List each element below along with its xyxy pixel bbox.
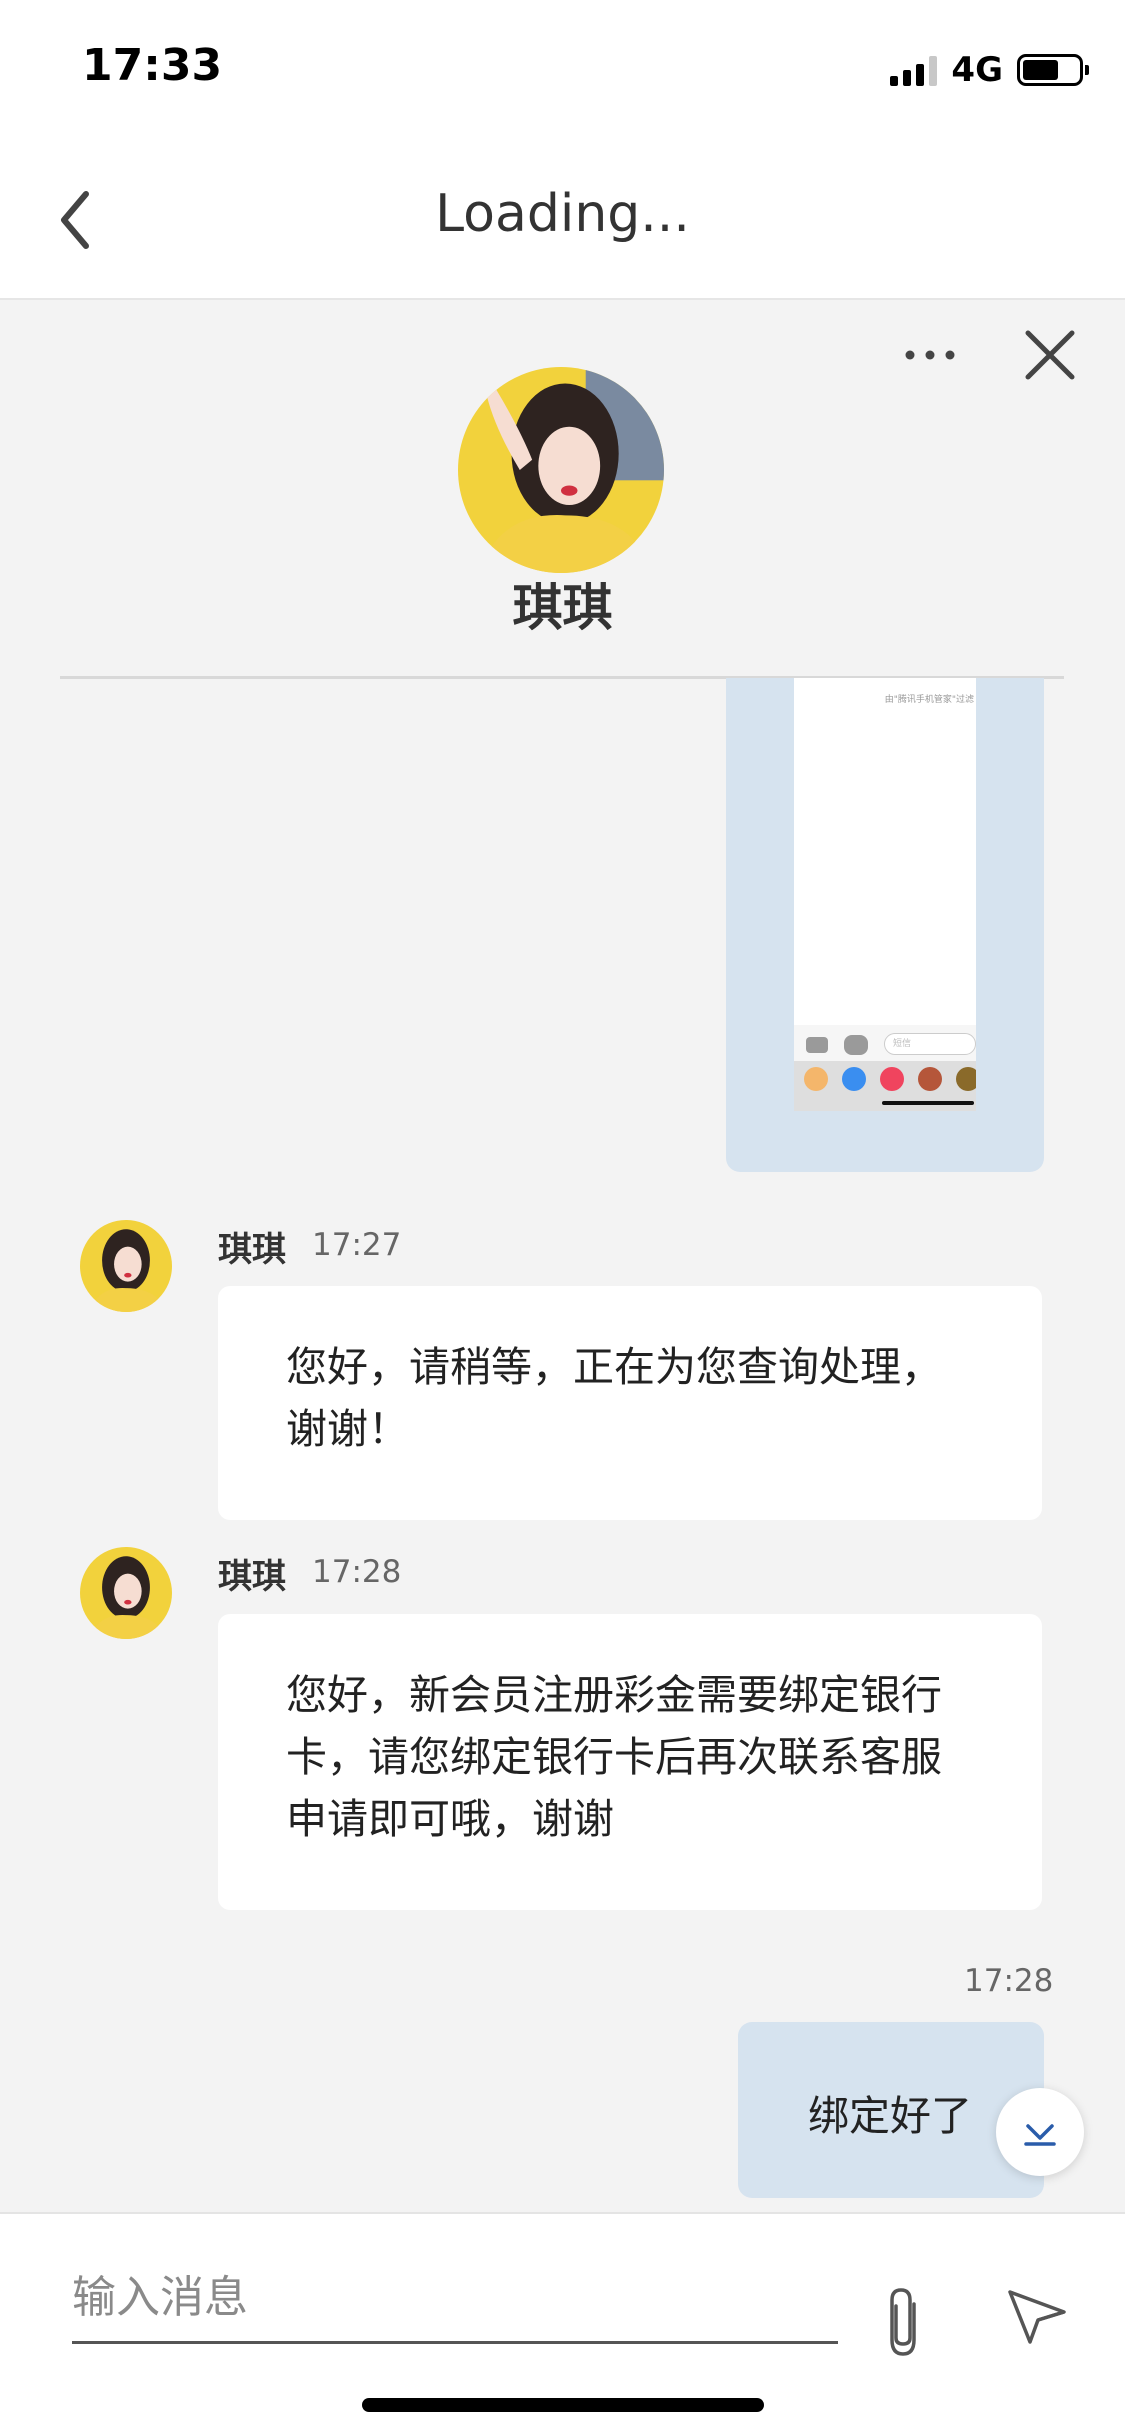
message-text-line: 申请即可哦，谢谢 xyxy=(286,1795,614,1843)
message-time: 17:28 xyxy=(312,1554,402,1590)
arrow-down-icon xyxy=(1024,2124,1056,2146)
close-button[interactable] xyxy=(1020,325,1080,385)
status-time: 17:33 xyxy=(82,40,223,91)
page-title: Loading... xyxy=(435,184,690,244)
game-icon-2 xyxy=(956,1067,976,1091)
message-avatar xyxy=(80,1547,172,1639)
app-store-icon xyxy=(844,1035,868,1055)
avatar-image xyxy=(80,1220,172,1312)
attach-button[interactable] xyxy=(876,2284,930,2360)
game-icon xyxy=(918,1067,942,1091)
agent-name: 琪琪 xyxy=(512,579,613,637)
more-horizontal-icon xyxy=(905,350,955,360)
camera-icon xyxy=(806,1037,828,1053)
message-avatar xyxy=(80,1220,172,1312)
music-icon xyxy=(880,1067,904,1091)
message-text: 绑定好了 xyxy=(808,2092,972,2140)
message-input[interactable] xyxy=(72,2254,838,2344)
send-icon xyxy=(1008,2290,1066,2344)
screenshot-input: 短信 xyxy=(884,1033,976,1055)
message-time: 17:28 xyxy=(964,1963,1054,1999)
signal-icon xyxy=(890,54,938,86)
photos-icon xyxy=(804,1067,828,1091)
app-store-app-icon xyxy=(842,1067,866,1091)
screenshot-hint: 由"腾讯手机管家"过滤 xyxy=(884,695,974,705)
message-text-line: 您好，请稍等，正在为您查询处理， xyxy=(286,1343,942,1391)
agent-avatar xyxy=(458,367,664,573)
battery-icon xyxy=(1017,54,1089,86)
message-sender: 琪琪 xyxy=(218,1230,286,1270)
status-bar: 17:33 4G xyxy=(0,0,1125,140)
avatar-image xyxy=(80,1547,172,1639)
nav-bar: Loading... xyxy=(0,140,1125,300)
paperclip-icon xyxy=(890,2288,916,2356)
send-button[interactable] xyxy=(1004,2282,1070,2348)
more-options-button[interactable] xyxy=(900,330,960,380)
avatar-image xyxy=(458,367,664,573)
message-sender: 琪琪 xyxy=(218,1557,286,1597)
incoming-message-bubble: 您好，新会员注册彩金需要绑定银行 卡，请您绑定银行卡后再次联系客服 申请即可哦，… xyxy=(218,1614,1042,1910)
message-time: 17:27 xyxy=(312,1227,402,1263)
message-text-line: 谢谢！ xyxy=(286,1405,409,1453)
screenshot-thumbnail[interactable]: 由"腾讯手机管家"过滤 短信 xyxy=(794,678,976,1111)
message-text-line: 卡，请您绑定银行卡后再次联系客服 xyxy=(286,1733,942,1781)
home-indicator xyxy=(362,2398,764,2412)
close-icon xyxy=(1025,330,1075,380)
status-indicators: 4G xyxy=(890,50,1089,90)
message-text-line: 您好，新会员注册彩金需要绑定银行 xyxy=(286,1671,942,1719)
incoming-message-bubble: 您好，请稍等，正在为您查询处理， 谢谢！ xyxy=(218,1286,1042,1520)
image-message[interactable]: 由"腾讯手机管家"过滤 短信 xyxy=(726,678,1044,1172)
scroll-to-bottom-button[interactable] xyxy=(996,2088,1084,2176)
network-type: 4G xyxy=(951,50,1003,90)
